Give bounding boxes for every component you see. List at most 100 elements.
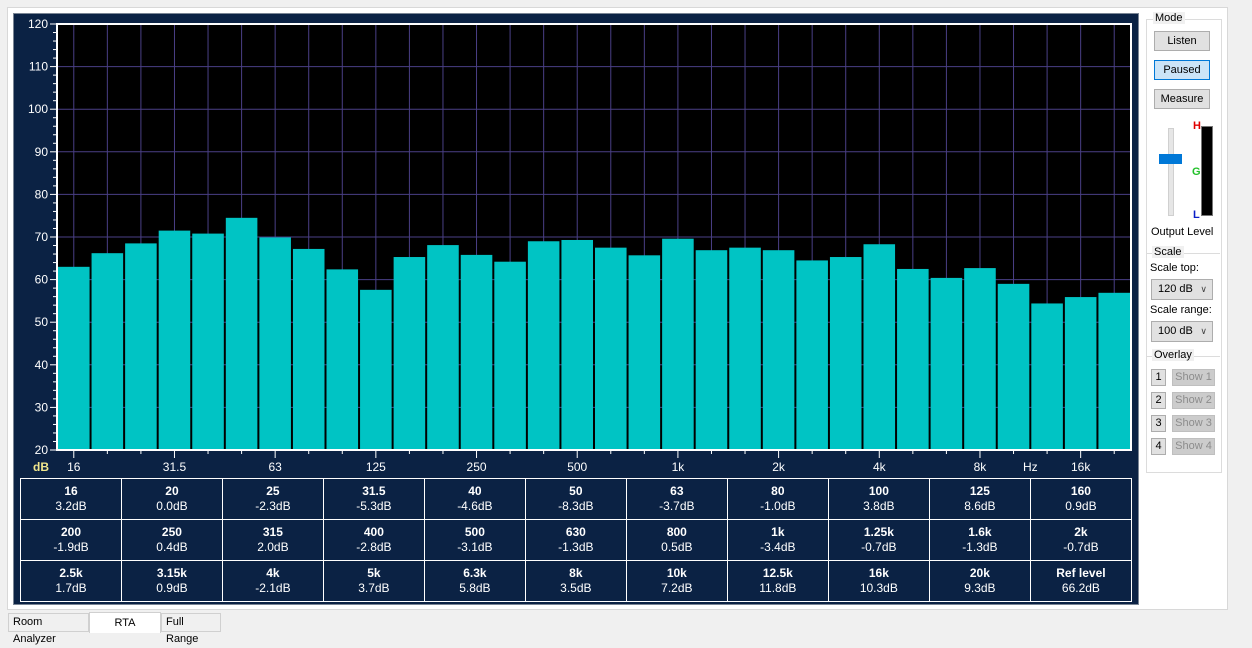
band-correction: 11.8dB — [759, 581, 797, 595]
band-cell: 25 -2.3dB — [221, 478, 324, 520]
band-cell: 100 3.8dB — [827, 478, 930, 520]
band-cell: 50 -8.3dB — [524, 478, 627, 520]
output-level-slider[interactable] — [1158, 128, 1188, 216]
overlay-1-button[interactable]: 1 — [1151, 369, 1166, 386]
band-frequency: 400 — [363, 525, 384, 539]
band-cell: 40 -4.6dB — [423, 478, 526, 520]
tab-rta[interactable]: RTA — [89, 612, 161, 633]
rta-chart: 20 30 40 50 60 70 80 90 100 110 120 16 31.5 63 125 250 5… — [28, 17, 1132, 473]
band-frequency: 10k — [666, 566, 687, 580]
overlay-3-button[interactable]: 3 — [1151, 415, 1166, 432]
bar-63 — [259, 237, 291, 450]
band-correction: 2.0dB — [257, 540, 289, 554]
x-tick-label: 31.5 — [163, 460, 187, 473]
band-correction: 3.7dB — [358, 581, 390, 595]
x-tick-label: 16k — [1071, 460, 1091, 473]
table-row: 16 3.2dB 20 0.0dB 25 -2.3dB 31.5 -5.3dB 40 -4.6dB… — [20, 478, 1133, 520]
band-correction: -2.1dB — [255, 581, 291, 595]
x-tick-label: 2k — [772, 460, 786, 473]
y-tick-label: 110 — [29, 60, 48, 74]
band-cell: 2.5k 1.7dB — [20, 560, 122, 602]
band-correction: -2.8dB — [356, 540, 392, 554]
band-frequency: 8k — [569, 566, 583, 580]
bar-12.5k — [1031, 303, 1063, 450]
bar-8k — [964, 268, 996, 450]
band-frequency: 100 — [868, 484, 889, 498]
bar-3.15k — [829, 257, 862, 450]
y-tick-label: 60 — [35, 273, 49, 287]
chevron-down-icon: ∨ — [1200, 326, 1207, 336]
overlay-2-button[interactable]: 2 — [1151, 392, 1166, 409]
band-cell: 63 -3.7dB — [625, 478, 728, 520]
y-tick-label: 90 — [35, 145, 49, 159]
band-frequency: 2.5k — [59, 566, 83, 580]
bar-315 — [494, 261, 526, 450]
bar-100 — [326, 269, 359, 450]
bar-4k — [863, 244, 896, 450]
band-correction: 0.5dB — [661, 540, 693, 554]
band-frequency: 25 — [266, 484, 280, 498]
level-meter — [1201, 126, 1213, 216]
band-frequency: 6.3k — [463, 566, 487, 580]
slider-thumb[interactable] — [1159, 154, 1182, 164]
show-4-button[interactable]: Show 4 — [1172, 438, 1215, 455]
band-frequency: Ref level — [1056, 566, 1106, 580]
band-cell: 6.3k 5.8dB — [423, 560, 526, 602]
bar-160 — [393, 257, 426, 450]
band-cell: 200 -1.9dB — [20, 519, 122, 561]
scale-group: Scale — [1146, 246, 1220, 258]
x-tick-label: 4k — [873, 460, 887, 473]
band-cell: 16k 10.3dB — [827, 560, 930, 602]
scale-range-select[interactable]: 100 dB ∨ — [1151, 321, 1213, 342]
show-3-button[interactable]: Show 3 — [1172, 415, 1215, 432]
scale-top-select[interactable]: 120 dB ∨ — [1151, 279, 1213, 300]
measure-button[interactable]: Measure — [1154, 89, 1210, 109]
band-cell: 125 8.6dB — [928, 478, 1031, 520]
band-cell: 20k 9.3dB — [928, 560, 1031, 602]
show-1-button[interactable]: Show 1 — [1172, 369, 1215, 386]
bar-20 — [91, 253, 124, 450]
bar-25 — [125, 243, 157, 450]
band-frequency: 250 — [161, 525, 182, 539]
band-correction: -0.7dB — [1063, 540, 1099, 554]
bar-50 — [225, 217, 258, 450]
band-correction: 0.0dB — [156, 499, 188, 513]
listen-button[interactable]: Listen — [1154, 31, 1210, 51]
mode-title: Mode — [1153, 12, 1185, 24]
show-2-button[interactable]: Show 2 — [1172, 392, 1215, 409]
band-cell: 20 0.0dB — [120, 478, 223, 520]
band-cell: 800 0.5dB — [625, 519, 728, 561]
band-correction: -0.7dB — [861, 540, 897, 554]
band-correction: 10.3dB — [859, 581, 898, 595]
bar-20k — [1098, 292, 1130, 450]
paused-button[interactable]: Paused — [1154, 60, 1210, 80]
band-frequency: 5k — [367, 566, 381, 580]
bar-2.5k — [796, 260, 828, 450]
chevron-down-icon: ∨ — [1200, 284, 1207, 294]
band-correction: 0.9dB — [1065, 499, 1097, 513]
band-cell: 16 3.2dB — [20, 478, 122, 520]
meter-low-label: L — [1193, 209, 1200, 221]
bar-1.6k — [729, 247, 761, 450]
overlay-4-button[interactable]: 4 — [1151, 438, 1166, 455]
tab-full-range[interactable]: Full Range — [161, 613, 221, 645]
band-frequency: 20 — [165, 484, 179, 498]
band-cell: 8k 3.5dB — [524, 560, 627, 602]
band-frequency: 16k — [868, 566, 889, 580]
band-frequency: 125 — [969, 484, 990, 498]
band-cell: 630 -1.3dB — [524, 519, 627, 561]
overlay-group: Overlay — [1146, 349, 1220, 361]
band-frequency: 1k — [771, 525, 785, 539]
band-frequency: 12.5k — [762, 566, 793, 580]
bar-1k — [662, 238, 694, 450]
y-tick-label: 50 — [35, 315, 49, 329]
band-correction: -1.3dB — [558, 540, 594, 554]
bar-800 — [628, 255, 661, 450]
tab-room-analyzer[interactable]: Room Analyzer — [8, 613, 89, 645]
band-cell: 400 -2.8dB — [322, 519, 425, 561]
band-cell: 31.5 -5.3dB — [322, 478, 425, 520]
bar-500 — [561, 239, 593, 450]
x-tick-label: 16 — [67, 460, 81, 473]
bar-2k — [762, 250, 795, 450]
band-correction: -3.1dB — [457, 540, 493, 554]
